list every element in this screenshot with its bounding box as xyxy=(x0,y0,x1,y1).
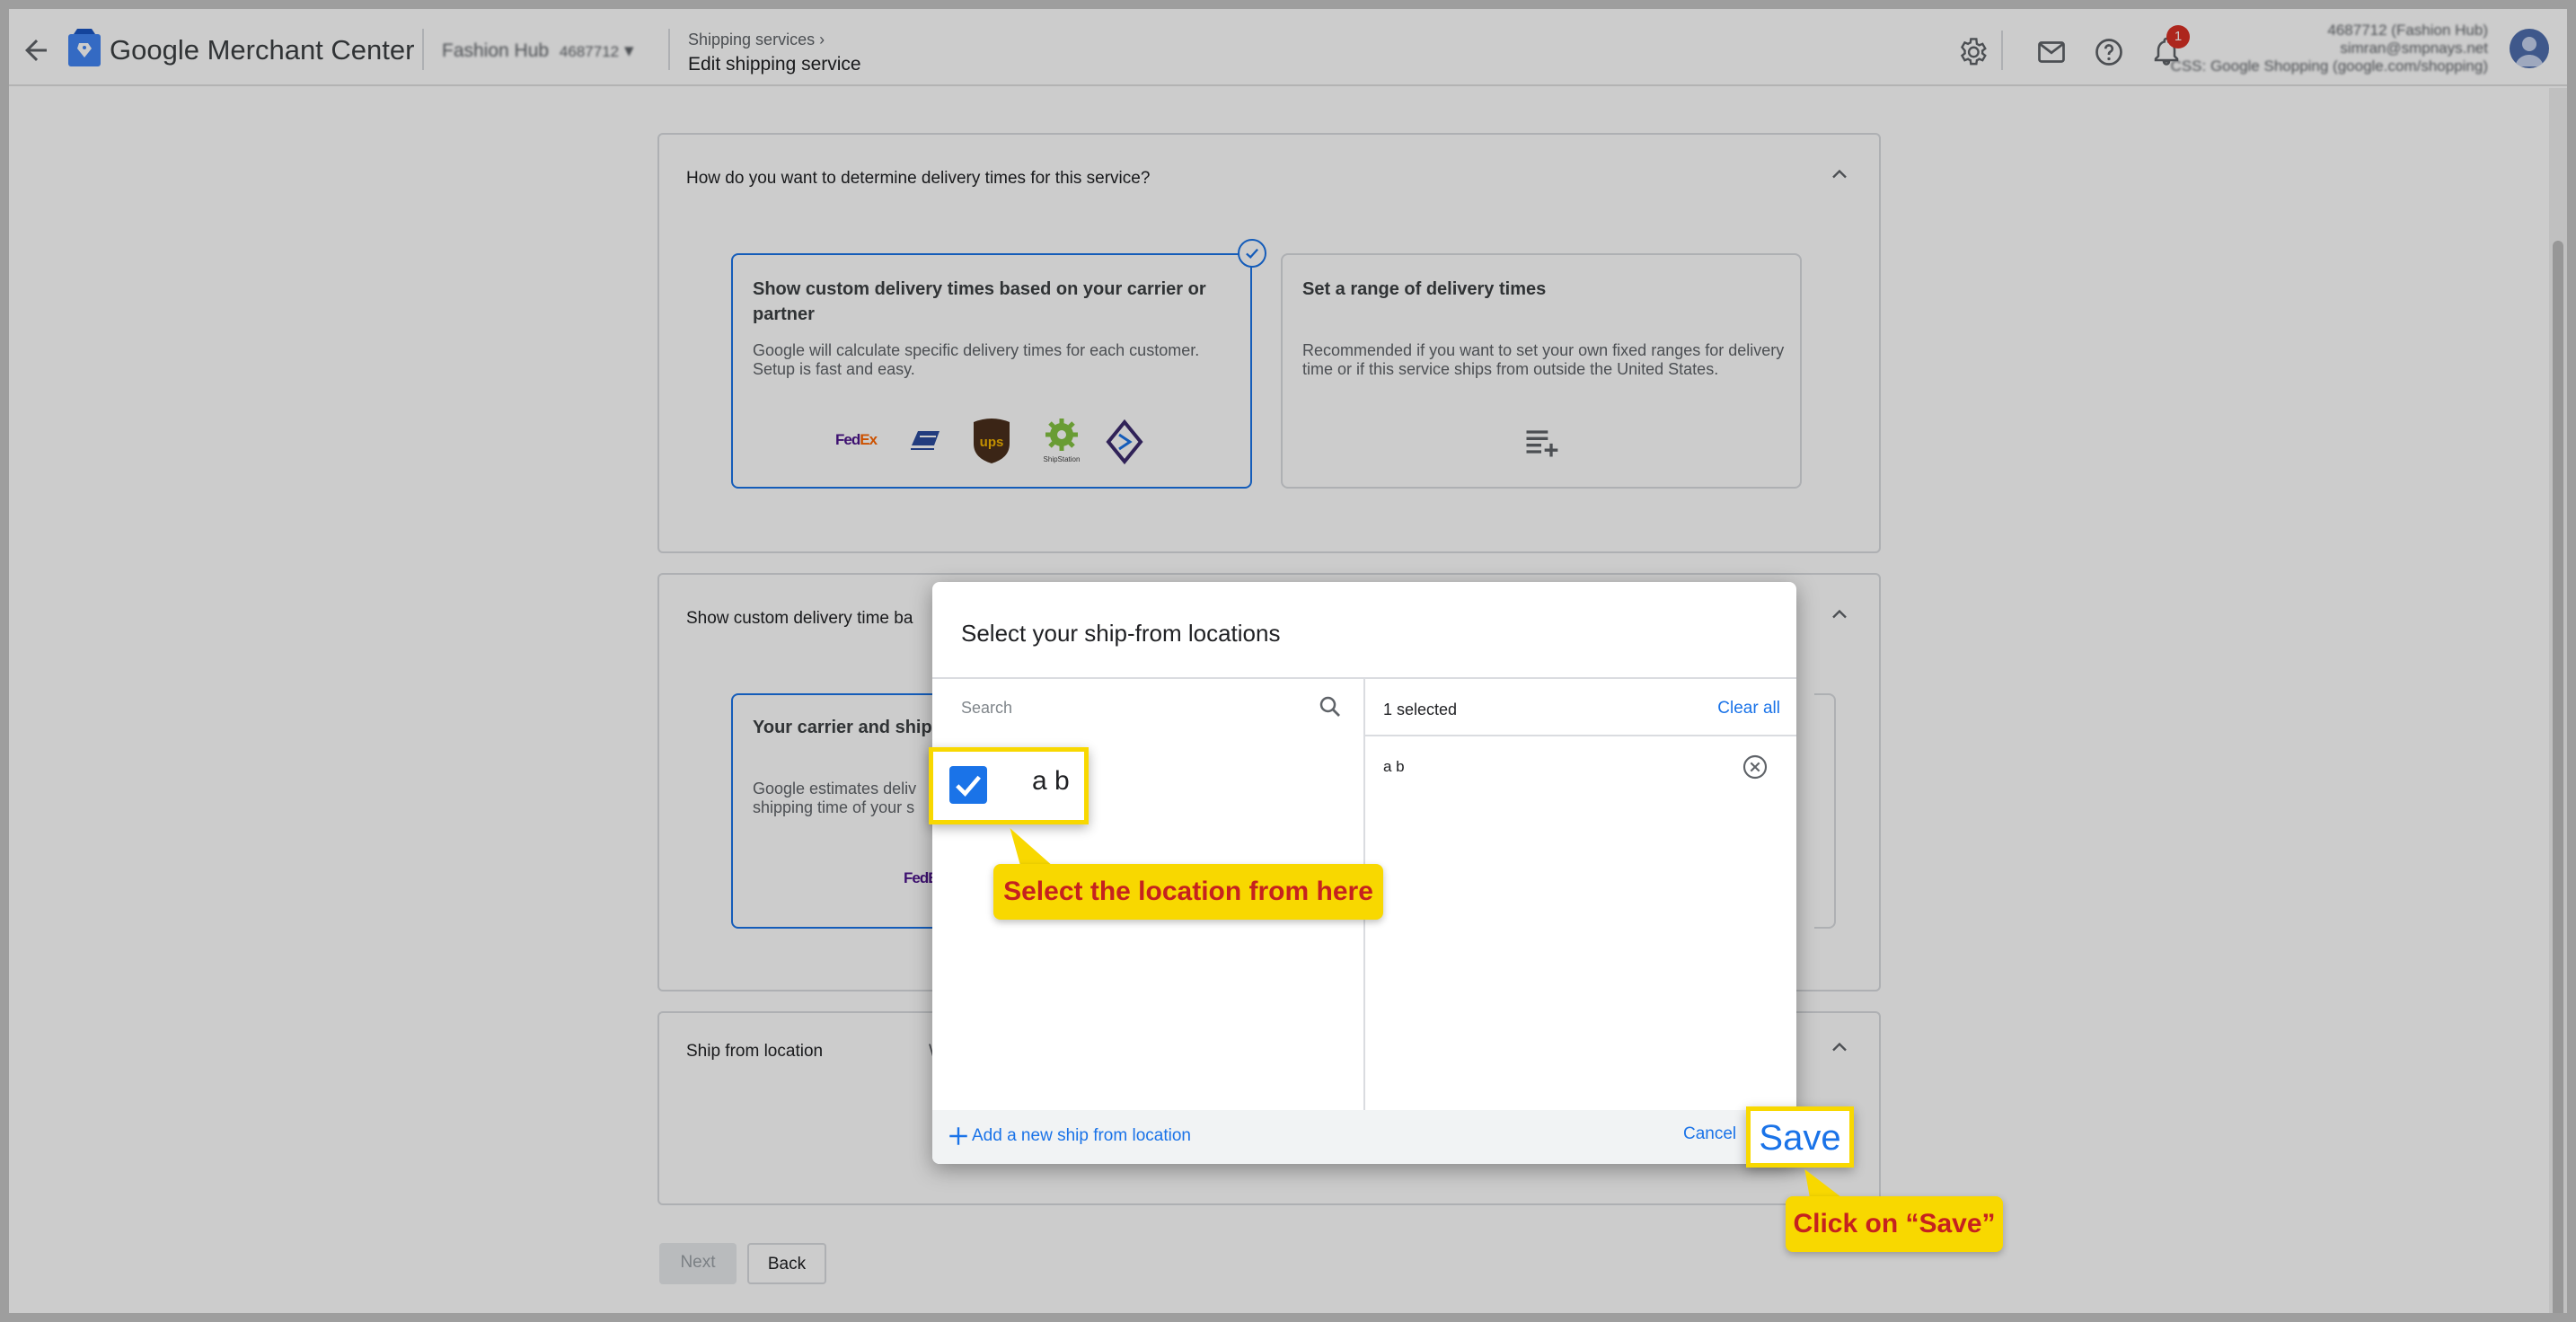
highlighted-location-option[interactable]: a b xyxy=(929,747,1089,824)
selected-location-item: a b xyxy=(1383,758,1405,775)
dialog-title: Select your ship-from locations xyxy=(961,620,1281,647)
selected-count: 1 selected xyxy=(1383,701,1458,718)
location-label: a b xyxy=(1032,766,1070,796)
remove-circle-icon[interactable] xyxy=(1741,753,1769,781)
clear-all-button[interactable]: Clear all xyxy=(1717,699,1780,718)
callout-select-location: Select the location from here xyxy=(993,864,1383,920)
cancel-button[interactable]: Cancel xyxy=(1683,1124,1736,1144)
save-button-label: Save xyxy=(1759,1118,1841,1158)
dialog-footer: Add a new ship from location Cancel xyxy=(932,1110,1796,1164)
search-icon[interactable] xyxy=(1317,693,1344,720)
app-frame: Google Merchant Center Fashion Hub 46877… xyxy=(9,9,2567,1313)
add-ship-from-location-link[interactable]: Add a new ship from location xyxy=(972,1126,1191,1146)
save-button[interactable]: Save xyxy=(1746,1106,1854,1168)
checkmark-icon xyxy=(956,775,981,797)
location-checkbox[interactable] xyxy=(949,766,987,804)
plus-icon[interactable] xyxy=(947,1124,970,1148)
search-input[interactable]: Search xyxy=(961,699,1012,718)
callout-click-save: Click on “Save” xyxy=(1786,1196,2003,1252)
divider xyxy=(1363,735,1796,736)
